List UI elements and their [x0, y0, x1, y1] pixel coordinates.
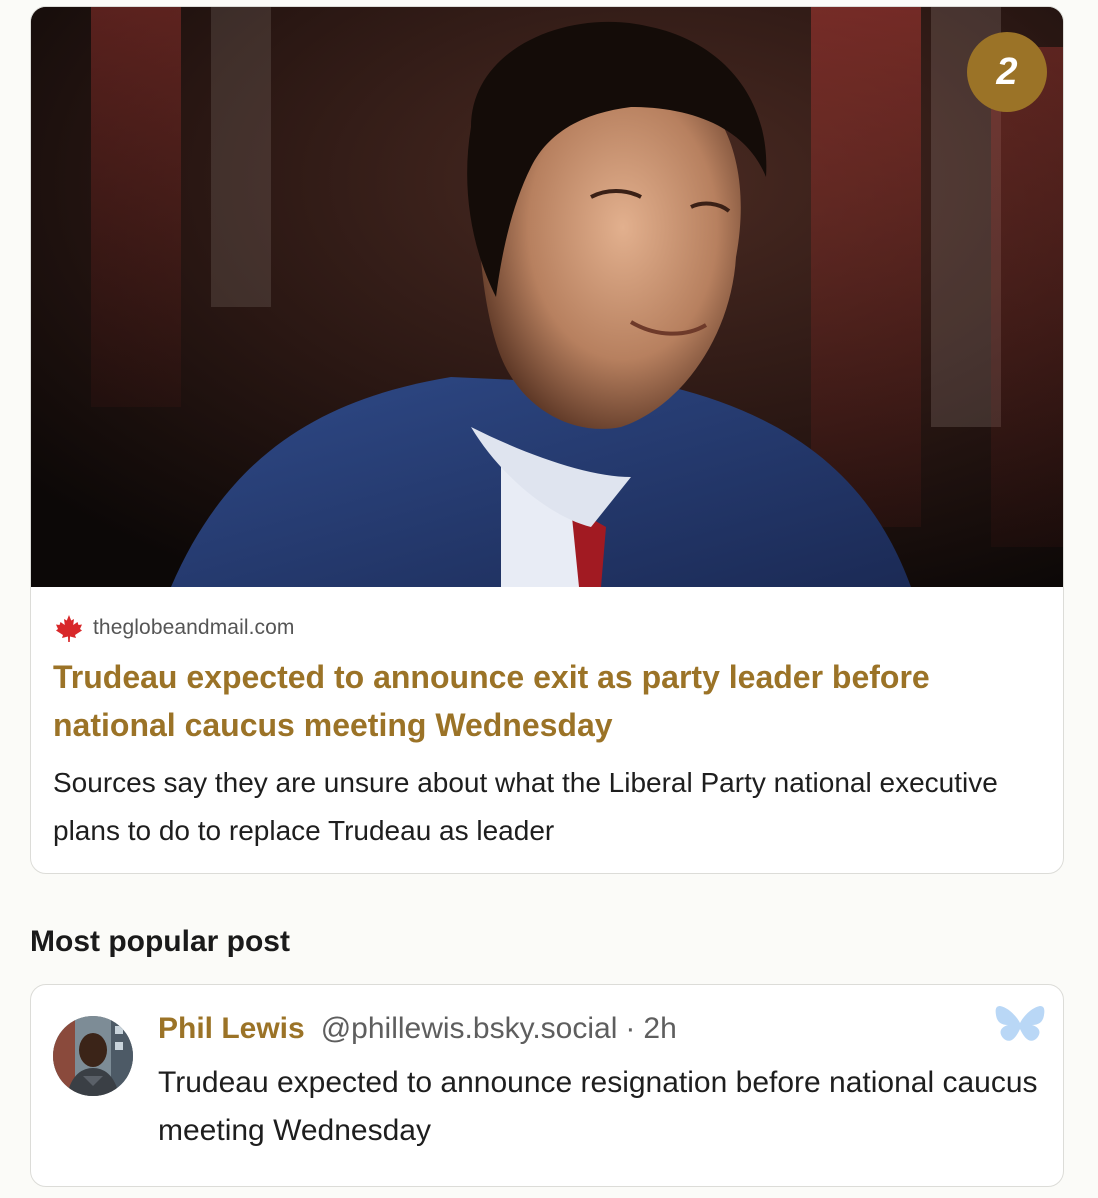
article-description: Sources say they are unsure about what t… [53, 767, 998, 846]
post-timestamp: 2h [643, 1012, 677, 1045]
post-text[interactable]: Trudeau expected to announce resignation… [158, 1059, 1038, 1155]
article-title[interactable]: Trudeau expected to announce exit as par… [53, 653, 1033, 749]
author-name[interactable]: Phil Lewis [158, 1012, 305, 1046]
popular-post-card[interactable]: Phil Lewis @phillewis.bsky.social · 2h T… [30, 984, 1064, 1187]
avatar-photo [53, 1016, 133, 1096]
avatar[interactable] [53, 1016, 133, 1096]
source-domain: theglobeandmail.com [93, 616, 295, 639]
author-handle[interactable]: @phillewis.bsky.social [321, 1012, 618, 1046]
rank-badge: 2 [967, 32, 1047, 112]
post-header: Phil Lewis @phillewis.bsky.social · 2h [158, 1007, 677, 1051]
maple-leaf-icon [56, 615, 82, 642]
article-card[interactable]: 2 theglobeandmail.com Trudeau expected t… [30, 6, 1064, 874]
article-hero-image[interactable]: 2 [31, 7, 1063, 587]
article-source[interactable]: theglobeandmail.com [53, 613, 295, 643]
separator-dot: · [625, 1012, 636, 1045]
hero-photo [31, 7, 1063, 587]
most-popular-heading: Most popular post [30, 925, 290, 958]
bluesky-butterfly-icon[interactable] [995, 1003, 1045, 1047]
